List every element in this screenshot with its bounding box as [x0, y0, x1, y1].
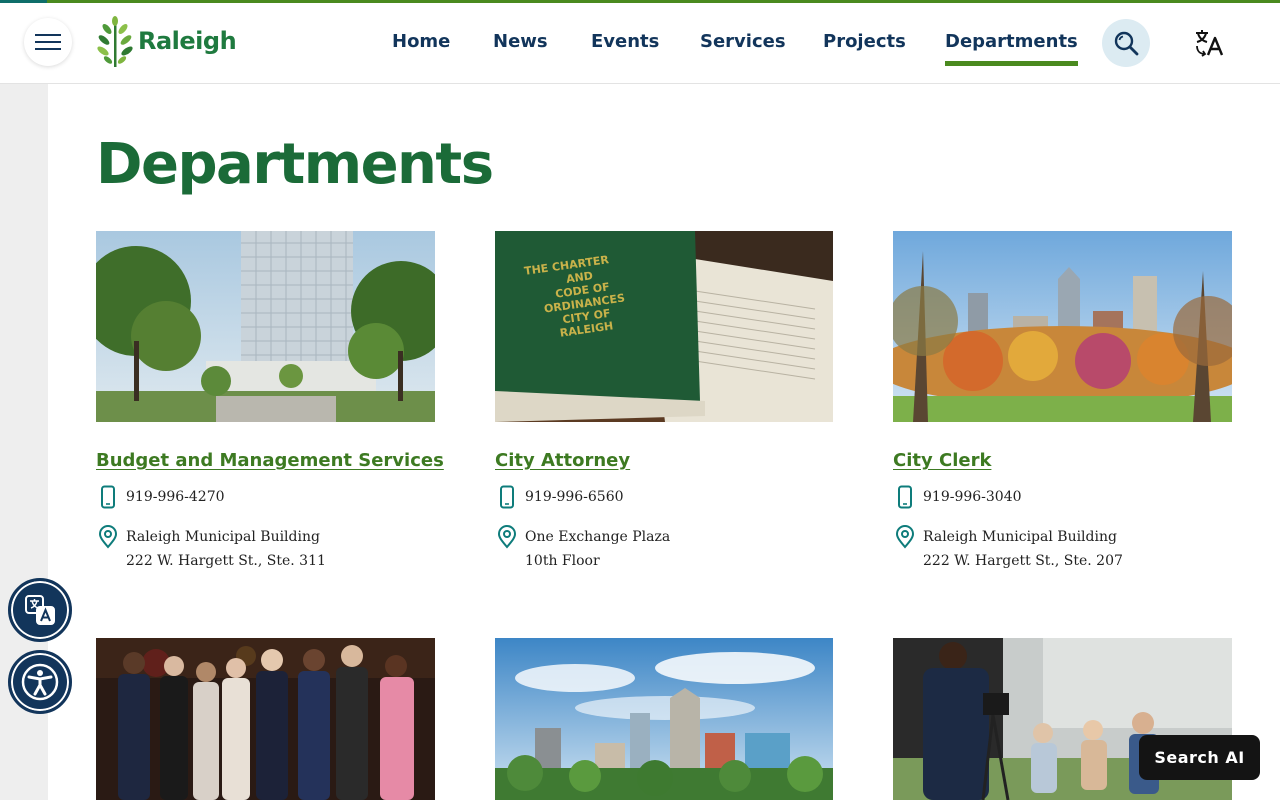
- translate-icon: [1196, 30, 1224, 57]
- department-card: Budget and Management Services 919-996-4…: [96, 231, 444, 573]
- location-pin-icon: [98, 525, 118, 549]
- translate-widget-button[interactable]: [8, 578, 72, 642]
- menu-button[interactable]: [24, 18, 72, 66]
- department-image-building[interactable]: [96, 231, 435, 422]
- department-link-city-attorney[interactable]: City Attorney: [495, 450, 833, 471]
- search-button[interactable]: [1102, 19, 1150, 67]
- phone-row: 919-996-3040: [893, 485, 1232, 509]
- logo-text: Raleigh: [138, 27, 237, 55]
- search-icon: [1114, 31, 1139, 56]
- address-line-2: 10th Floor: [525, 553, 600, 569]
- phone-row: 919-996-6560: [495, 485, 833, 509]
- nav-home[interactable]: Home: [392, 31, 450, 52]
- department-image-skyline-autumn[interactable]: [893, 231, 1232, 422]
- department-image-skyline-summer[interactable]: [495, 638, 833, 800]
- nav-events[interactable]: Events: [591, 31, 659, 52]
- site-logo[interactable]: Raleigh: [96, 15, 237, 67]
- phone-number[interactable]: 919-996-4270: [126, 485, 225, 509]
- phone-icon: [101, 485, 115, 509]
- address-line-1: Raleigh Municipal Building: [923, 529, 1117, 545]
- address-row: One Exchange Plaza 10th Floor: [495, 525, 833, 573]
- search-ai-button[interactable]: Search AI: [1139, 735, 1260, 780]
- page-title: Departments: [96, 132, 494, 197]
- department-card: THE CHARTER AND CODE OF ORDINANCES CITY …: [495, 231, 833, 573]
- tree-logo-icon: [97, 16, 133, 67]
- department-card: [495, 638, 833, 800]
- nav-news[interactable]: News: [493, 31, 548, 52]
- nav-departments[interactable]: Departments: [945, 31, 1078, 66]
- hamburger-icon: [35, 34, 61, 50]
- department-image-council-group[interactable]: [96, 638, 435, 800]
- department-image-charter-book[interactable]: THE CHARTER AND CODE OF ORDINANCES CITY …: [495, 231, 833, 422]
- phone-icon: [500, 485, 514, 509]
- phone-icon: [898, 485, 912, 509]
- department-card: [96, 638, 435, 800]
- language-icon: [25, 595, 55, 625]
- department-link-budget[interactable]: Budget and Management Services: [96, 450, 444, 471]
- nav-services[interactable]: Services: [700, 31, 786, 52]
- department-link-city-clerk[interactable]: City Clerk: [893, 450, 1232, 471]
- address-line-1: One Exchange Plaza: [525, 529, 671, 545]
- phone-number[interactable]: 919-996-6560: [525, 485, 624, 509]
- translate-button[interactable]: [1190, 25, 1230, 61]
- address-row: Raleigh Municipal Building 222 W. Harget…: [893, 525, 1232, 573]
- address-row: Raleigh Municipal Building 222 W. Harget…: [96, 525, 435, 573]
- phone-number[interactable]: 919-996-3040: [923, 485, 1022, 509]
- address-line-2: 222 W. Hargett St., Ste. 311: [126, 553, 326, 569]
- nav-projects[interactable]: Projects: [823, 31, 906, 52]
- accessibility-icon: [21, 663, 59, 701]
- address-line-1: Raleigh Municipal Building: [126, 529, 320, 545]
- department-card: City Clerk 919-996-3040 Raleigh Municipa…: [893, 231, 1232, 573]
- site-header: Raleigh Home News Events Services Projec…: [0, 3, 1280, 84]
- phone-row: 919-996-4270: [96, 485, 435, 509]
- location-pin-icon: [497, 525, 517, 549]
- location-pin-icon: [895, 525, 915, 549]
- accessibility-widget-button[interactable]: [8, 650, 72, 714]
- address-line-2: 222 W. Hargett St., Ste. 207: [923, 553, 1123, 569]
